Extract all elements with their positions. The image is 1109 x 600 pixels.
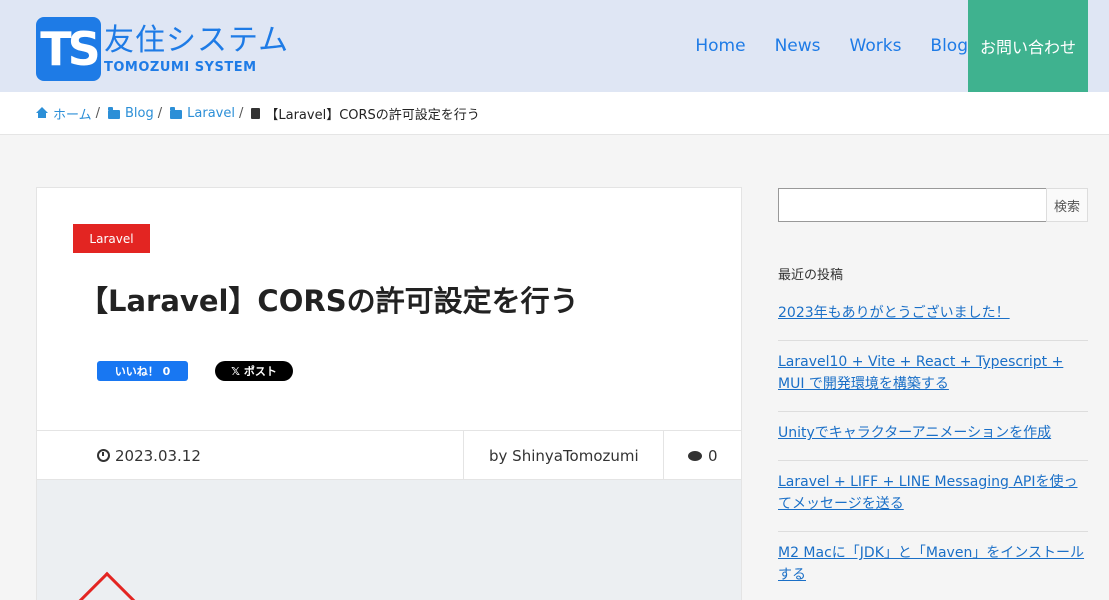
search-input[interactable]: [778, 188, 1047, 222]
post-author[interactable]: by ShinyaTomozumi: [489, 431, 639, 480]
document-icon: [251, 107, 261, 119]
logo-text: 友住システム TOMOZUMI SYSTEM: [104, 22, 290, 75]
search-button[interactable]: 検索: [1046, 188, 1088, 222]
post-date: 2023.03.12: [97, 431, 201, 480]
recent-posts-list: 2023年もありがとうございました！ Laravel10 + Vite + Re…: [778, 292, 1088, 600]
folder-icon: [108, 106, 121, 119]
recent-post-link[interactable]: Laravel10 + Vite + React + Typescript + …: [778, 351, 1088, 395]
breadcrumb-blog[interactable]: Blog: [108, 106, 154, 121]
breadcrumb-blog-label: Blog: [125, 105, 154, 121]
clock-icon: [97, 449, 110, 462]
article-card: Laravel 【Laravel】CORSの許可設定を行う いいね！ 0 𝕏 ポ…: [36, 187, 742, 600]
breadcrumb-home-label: ホーム: [53, 107, 92, 123]
list-item: M2 Macに「JDK」と「Maven」をインストールする: [778, 532, 1088, 600]
breadcrumb-separator: /: [238, 105, 244, 121]
breadcrumb-home[interactable]: ホーム: [36, 104, 92, 123]
laravel-logo-icon: [78, 571, 136, 600]
recent-post-link[interactable]: 2023年もありがとうございました！: [778, 302, 1088, 324]
nav-home[interactable]: Home: [695, 36, 745, 56]
recent-post-link[interactable]: Laravel + LIFF + LINE Messaging APIを使ってメ…: [778, 471, 1088, 515]
nav-blog[interactable]: Blog: [930, 36, 968, 56]
folder-icon: [170, 106, 183, 119]
logo-english: TOMOZUMI SYSTEM: [104, 59, 257, 75]
breadcrumb-separator: /: [157, 105, 163, 121]
breadcrumb-current-label: 【Laravel】CORSの許可設定を行う: [265, 107, 480, 123]
list-item: Laravel10 + Vite + React + Typescript + …: [778, 341, 1088, 412]
article-title: 【Laravel】CORSの許可設定を行う: [79, 284, 579, 318]
list-item: Unityでキャラクターアニメーションを作成: [778, 412, 1088, 461]
breadcrumb-separator: /: [95, 105, 101, 121]
contact-button[interactable]: お問い合わせ: [968, 0, 1088, 92]
logo-mark: TS: [36, 17, 101, 81]
recent-posts-heading: 最近の投稿: [778, 268, 844, 283]
site-header: TS 友住システム TOMOZUMI SYSTEM Home News Work…: [0, 0, 1109, 92]
comment-count[interactable]: 0: [688, 431, 718, 480]
comments-icon: [688, 450, 702, 461]
nav-works[interactable]: Works: [850, 36, 902, 56]
logo-japanese: 友住システム: [104, 22, 290, 58]
meta-divider: [663, 431, 664, 480]
comment-count-value: 0: [708, 446, 718, 465]
breadcrumb-laravel-label: Laravel: [187, 105, 235, 121]
post-date-value: 2023.03.12: [115, 446, 201, 465]
main-nav: Home News Works Blog: [666, 0, 968, 92]
facebook-like-button[interactable]: いいね！ 0: [97, 361, 188, 381]
list-item: Laravel + LIFF + LINE Messaging APIを使ってメ…: [778, 461, 1088, 532]
recent-post-link[interactable]: M2 Macに「JDK」と「Maven」をインストールする: [778, 542, 1088, 586]
breadcrumb-current: 【Laravel】CORSの許可設定を行う: [251, 104, 480, 123]
x-post-button[interactable]: 𝕏 ポスト: [215, 361, 293, 381]
article-thumbnail: [37, 480, 741, 600]
list-item: 2023年もありがとうございました！: [778, 292, 1088, 341]
recent-post-link[interactable]: Unityでキャラクターアニメーションを作成: [778, 422, 1088, 444]
article-meta: 2023.03.12 by ShinyaTomozumi 0: [37, 430, 741, 480]
category-badge[interactable]: Laravel: [73, 224, 150, 253]
nav-news[interactable]: News: [775, 36, 821, 56]
site-logo[interactable]: TS 友住システム TOMOZUMI SYSTEM: [36, 17, 289, 81]
home-icon: [36, 107, 48, 118]
meta-divider: [463, 431, 464, 480]
breadcrumb: ホーム / Blog / Laravel / 【Laravel】CORSの許可設…: [0, 92, 1109, 135]
breadcrumb-laravel[interactable]: Laravel: [170, 106, 235, 121]
